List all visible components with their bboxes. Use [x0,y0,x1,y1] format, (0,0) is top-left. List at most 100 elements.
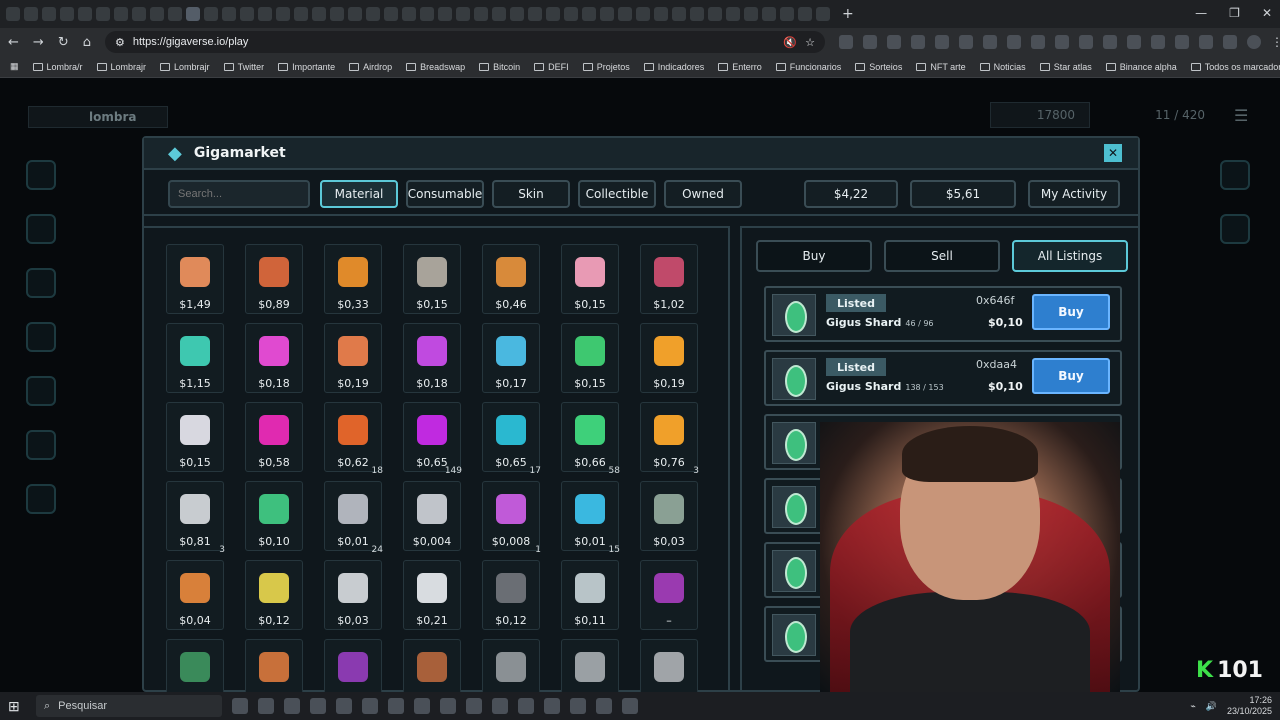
market-item[interactable]: $0,18 [403,323,461,393]
market-item[interactable]: $0,21 [403,560,461,630]
tab-buy[interactable]: Buy [756,240,872,272]
filter-skin[interactable]: Skin [492,180,570,208]
back-icon[interactable]: ← [8,35,19,50]
profile-avatar[interactable] [1246,35,1261,49]
browser-tab-active[interactable] [186,7,200,21]
taskbar-search[interactable]: ⌕ Pesquisar [36,695,222,717]
app-icon[interactable] [518,698,534,714]
market-item[interactable]: $0,19 [324,323,382,393]
all-bookmarks-folder[interactable]: Todos os marcadores [1190,62,1280,72]
browser-tab[interactable] [402,7,416,21]
market-item[interactable]: $0,46 [482,244,540,314]
browser-tab[interactable] [6,7,20,21]
browser-tab[interactable] [816,7,830,21]
browser-tab[interactable] [456,7,470,21]
browser-tab[interactable] [348,7,362,21]
bookmark-item[interactable]: Importante [278,62,335,72]
bookmark-item[interactable]: Bitcoin [479,62,520,72]
market-item[interactable]: $0,15 [561,244,619,314]
market-item[interactable]: – [640,560,698,630]
browser-tab[interactable] [780,7,794,21]
browser-tab[interactable] [276,7,290,21]
bookmark-item[interactable]: Airdrop [349,62,392,72]
balance-usd-1[interactable]: $4,22 [804,180,898,208]
gloves-icon[interactable] [26,322,56,352]
bookmark-item[interactable]: Funcionarios [775,62,841,72]
bookmark-item[interactable]: DEFI [534,62,569,72]
browser-tab[interactable] [798,7,812,21]
volume-icon[interactable]: 🔊 [1206,701,1217,712]
browser-tab[interactable] [744,7,758,21]
reload-icon[interactable]: ↻ [58,35,69,50]
browser-tab[interactable] [258,7,272,21]
bookmark-star-icon[interactable]: ☆ [805,36,815,49]
browser-tab[interactable] [366,7,380,21]
app-icon[interactable] [362,698,378,714]
market-item[interactable]: $0,19 [640,323,698,393]
market-item[interactable]: $0,66 [561,402,619,472]
browser-tab[interactable] [636,7,650,21]
app-icon[interactable] [284,698,300,714]
apps-grid-icon[interactable]: ▦ [10,61,19,72]
market-item[interactable] [166,639,224,692]
app-icon[interactable] [596,698,612,714]
extension-icon[interactable] [1078,35,1093,49]
clock[interactable]: 17:26 23/10/2025 [1227,695,1272,717]
filter-consumable[interactable]: Consumable [406,180,484,208]
flame-icon[interactable] [26,484,56,514]
browser-tab[interactable] [294,7,308,21]
browser-tab[interactable] [24,7,38,21]
home-icon[interactable]: ⌂ [83,35,91,50]
browser-tab[interactable] [672,7,686,21]
browser-tab[interactable] [204,7,218,21]
filter-material[interactable]: Material [320,180,398,208]
mute-icon[interactable]: 🔇 [783,36,797,49]
browser-tab[interactable] [384,7,398,21]
browser-tab[interactable] [762,7,776,21]
extension-icon[interactable] [1030,35,1045,49]
buy-button[interactable]: Buy [1032,358,1110,394]
filter-collectible[interactable]: Collectible [578,180,656,208]
extension-icon[interactable] [1174,35,1189,49]
browser-tab[interactable] [654,7,668,21]
browser-tab[interactable] [132,7,146,21]
filter-owned[interactable]: Owned [664,180,742,208]
browser-tab[interactable] [726,7,740,21]
tab-sell[interactable]: Sell [884,240,1000,272]
browser-tab[interactable] [240,7,254,21]
extension-icon[interactable] [1102,35,1117,49]
market-item[interactable] [403,639,461,692]
minimize-icon[interactable]: — [1195,6,1207,20]
market-item[interactable]: $0,58 [245,402,303,472]
tab-all-listings[interactable]: All Listings [1012,240,1128,272]
market-item[interactable] [324,639,382,692]
browser-tab[interactable] [492,7,506,21]
restore-icon[interactable]: ❐ [1229,6,1240,20]
close-window-icon[interactable]: ✕ [1262,6,1272,20]
app-icon[interactable] [336,698,352,714]
browser-tab[interactable] [564,7,578,21]
extension-icon[interactable] [958,35,973,49]
extension-icon[interactable] [1126,35,1141,49]
inventory-icon[interactable] [26,160,56,190]
browser-tab[interactable] [222,7,236,21]
browser-tab[interactable] [618,7,632,21]
bookmark-item[interactable]: Lombra/r [32,62,83,72]
market-item[interactable]: $0,03 3 [640,466,699,551]
browser-tab[interactable] [60,7,74,21]
app-icon[interactable] [570,698,586,714]
browser-tab[interactable] [78,7,92,21]
app-icon[interactable] [414,698,430,714]
market-item[interactable]: $0,004 149 [403,466,462,551]
app-icon[interactable] [622,698,638,714]
market-item[interactable]: $0,11 15 [561,545,620,630]
network-icon[interactable]: ⌁ [1190,701,1195,712]
extension-icon[interactable] [886,35,901,49]
market-item[interactable]: $1,02 [640,244,698,314]
market-item[interactable]: $0,65 [482,402,540,472]
market-item[interactable] [640,639,698,692]
app-icon[interactable] [440,698,456,714]
market-item[interactable]: $0,15 [561,323,619,393]
market-item[interactable]: $0,04 3 [166,545,225,630]
browser-tab[interactable] [150,7,164,21]
